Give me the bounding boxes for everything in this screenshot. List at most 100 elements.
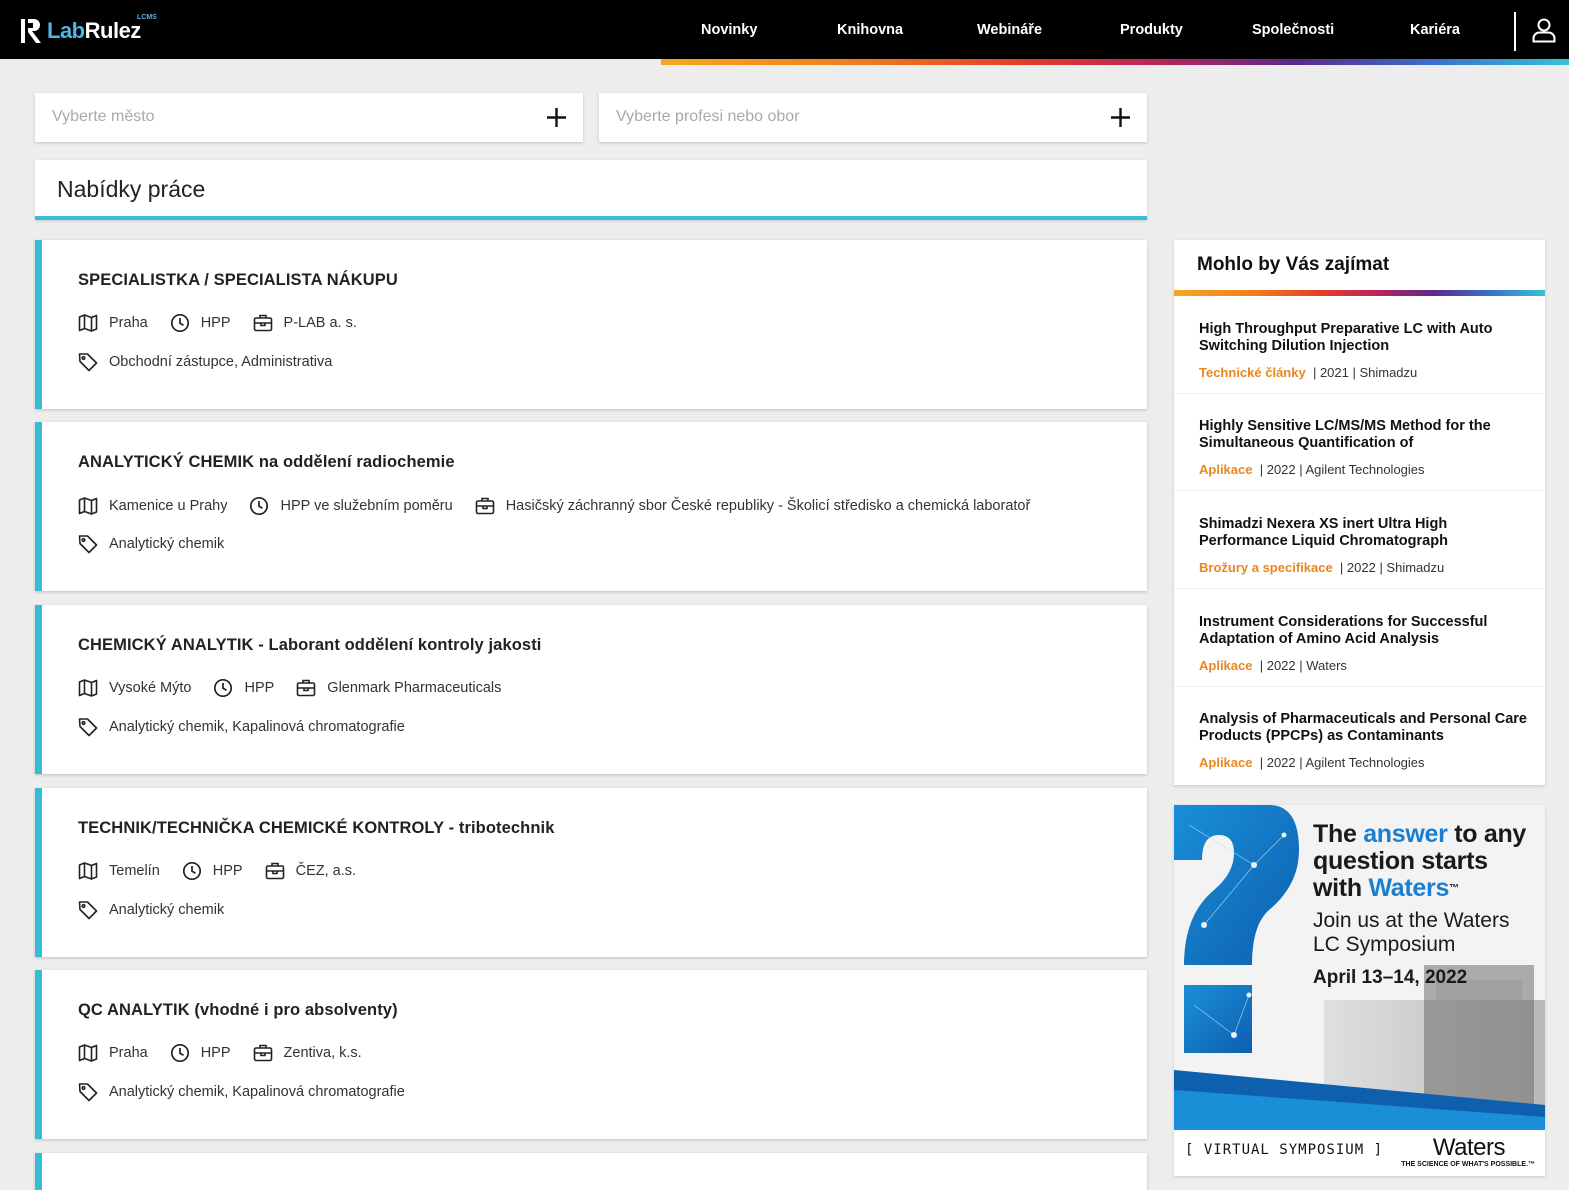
nav-item-produkty[interactable]: Produkty	[1120, 22, 1183, 38]
city-filter-placeholder: Vyberte město	[52, 108, 155, 125]
city-filter[interactable]: Vyberte město	[35, 93, 583, 142]
recommended-item-info: | 2022 | Waters	[1259, 658, 1347, 673]
ad-headline: The answer to any question starts with W…	[1313, 820, 1527, 902]
recommended-item-title[interactable]: Highly Sensitive LC/MS/MS Method for the…	[1199, 418, 1529, 452]
briefcase-icon	[253, 1044, 272, 1062]
briefcase-icon	[265, 862, 284, 880]
header-gradient-stripe	[661, 59, 1569, 65]
recommended-item[interactable]: Instrument Considerations for Successful…	[1174, 590, 1545, 687]
recommended-item[interactable]: Shimadzi Nexera XS inert Ultra High Perf…	[1174, 492, 1545, 589]
job-title[interactable]: TECHNIK/TECHNIČKA CHEMICKÉ KONTROLY - tr…	[78, 819, 555, 838]
profession-filter-placeholder: Vyberte profesi nebo obor	[616, 108, 800, 125]
job-type: HPP ve služebním poměru	[280, 498, 453, 514]
nav-item-spolecnosti[interactable]: Společnosti	[1252, 22, 1334, 38]
recommended-item[interactable]: Highly Sensitive LC/MS/MS Method for the…	[1174, 394, 1545, 491]
job-type: HPP	[200, 1045, 231, 1061]
job-meta-row: Praha HPP P-LAB a. s.	[78, 313, 379, 333]
recommended-item-title[interactable]: Analysis of Pharmaceuticals and Personal…	[1199, 711, 1529, 745]
briefcase-icon	[253, 314, 272, 332]
job-tags-row: Obchodní zástupce, Administrativa	[78, 352, 354, 372]
nav-divider	[1514, 12, 1516, 51]
user-account-icon[interactable]	[1531, 17, 1557, 43]
job-meta-row: Kamenice u Prahy HPP ve služebním poměru…	[78, 496, 1052, 516]
recommended-item-category[interactable]: Brožury a specifikace	[1199, 560, 1333, 575]
job-location: Praha	[109, 1045, 148, 1061]
job-offers-header: Nabídky práce	[35, 160, 1147, 220]
ad-date: April 13–14, 2022	[1313, 967, 1468, 988]
waters-ad-banner[interactable]: The answer to any question starts with W…	[1174, 805, 1545, 1176]
recommended-item-title[interactable]: Shimadzi Nexera XS inert Ultra High Perf…	[1199, 516, 1529, 550]
job-tags-row: Analytický chemik, Kapalinová chromatogr…	[78, 717, 427, 737]
page-title: Nabídky práce	[57, 176, 206, 202]
job-meta-row: Temelín HPP ČEZ, a.s.	[78, 861, 378, 881]
labrulez-logo[interactable]: LabRulez LCMS	[21, 14, 157, 45]
job-tags-row: Analytický chemik, Kapalinová chromatogr…	[78, 1082, 427, 1102]
job-location: Vysoké Mýto	[109, 680, 192, 696]
job-type: HPP	[244, 680, 275, 696]
job-card[interactable]: TECHNIK/TECHNIČKA CHEMICKÉ KONTROLY - tr…	[35, 788, 1147, 957]
map-icon	[78, 497, 98, 515]
map-icon	[78, 314, 98, 332]
job-tags-row: Analytický chemik	[78, 900, 246, 920]
recommended-item-category[interactable]: Aplikace	[1199, 658, 1252, 673]
recommended-item-meta: Brožury a specifikace | 2022 | Shimadzu	[1199, 560, 1444, 575]
recommended-item-title[interactable]: High Throughput Preparative LC with Auto…	[1199, 321, 1529, 355]
map-icon	[78, 862, 98, 880]
top-navigation-bar: LabRulez LCMS Novinky Knihovna Webináře …	[0, 0, 1569, 59]
logo-superscript: LCMS	[137, 14, 157, 21]
job-title[interactable]: QC ANALYTIK (vhodné i pro absolventy)	[78, 1001, 398, 1020]
tag-icon	[78, 535, 98, 554]
job-company: Zentiva, k.s.	[283, 1045, 362, 1061]
ad-virtual-symposium-label: [ VIRTUAL SYMPOSIUM ]	[1185, 1142, 1384, 1158]
clock-icon	[182, 861, 201, 881]
map-icon	[78, 1044, 98, 1062]
recommended-item[interactable]: High Throughput Preparative LC with Auto…	[1174, 297, 1545, 394]
job-card[interactable]: QC ANALYTIK (vhodné i pro absolventy) Pr…	[35, 970, 1147, 1139]
map-icon	[78, 679, 98, 697]
plus-icon[interactable]	[546, 107, 567, 128]
waters-logo: Waters	[1432, 1134, 1506, 1161]
job-company: P-LAB a. s.	[283, 315, 357, 331]
recommended-title: Mohlo by Vás zajímat	[1197, 254, 1390, 275]
tag-icon	[78, 353, 98, 372]
job-location: Praha	[109, 315, 148, 331]
job-tags: Analytický chemik	[109, 536, 225, 552]
clock-icon	[214, 678, 233, 698]
job-tags: Analytický chemik	[109, 902, 225, 918]
job-card[interactable]: ANALYTICKÝ CHEMIK na oddělení radiochemi…	[35, 422, 1147, 591]
job-card-partial[interactable]	[35, 1153, 1147, 1190]
briefcase-icon	[296, 679, 316, 697]
waters-tagline: THE SCIENCE OF WHAT'S POSSIBLE.™	[1401, 1161, 1535, 1168]
nav-item-kariera[interactable]: Kariéra	[1410, 22, 1460, 38]
recommended-item-meta: Technické články | 2021 | Shimadzu	[1199, 365, 1417, 380]
job-title[interactable]: ANALYTICKÝ CHEMIK na oddělení radiochemi…	[78, 453, 455, 472]
recommended-item-category[interactable]: Technické články	[1199, 365, 1306, 380]
job-company: Hasičský záchranný sbor České republiky …	[505, 498, 1031, 514]
recommended-item[interactable]: Analysis of Pharmaceuticals and Personal…	[1174, 687, 1545, 784]
nav-item-webinare[interactable]: Webináře	[977, 22, 1042, 38]
ad-footer: [ VIRTUAL SYMPOSIUM ] Waters THE SCIENCE…	[1174, 1130, 1545, 1176]
plus-icon[interactable]	[1110, 107, 1131, 128]
briefcase-icon	[475, 497, 494, 515]
nav-item-novinky[interactable]: Novinky	[701, 22, 757, 38]
job-tags: Obchodní zástupce, Administrativa	[109, 354, 333, 370]
tag-icon	[78, 1083, 98, 1102]
recommended-item-meta: Aplikace | 2022 | Agilent Technologies	[1199, 462, 1425, 477]
job-meta-row: Vysoké Mýto HPP Glenmark Pharmaceuticals	[78, 678, 523, 698]
recommended-item-title[interactable]: Instrument Considerations for Successful…	[1199, 614, 1529, 648]
nav-item-knihovna[interactable]: Knihovna	[837, 22, 903, 38]
job-card[interactable]: CHEMICKÝ ANALYTIK - Laborant oddělení ko…	[35, 605, 1147, 774]
job-title[interactable]: CHEMICKÝ ANALYTIK - Laborant oddělení ko…	[78, 636, 541, 655]
job-title[interactable]: SPECIALISTKA / SPECIALISTA NÁKUPU	[78, 271, 398, 290]
logo-text: LabRulez	[47, 18, 141, 43]
recommended-item-info: | 2021 | Shimadzu	[1312, 365, 1418, 380]
job-card[interactable]: SPECIALISTKA / SPECIALISTA NÁKUPU Praha …	[35, 240, 1147, 409]
recommended-item-category[interactable]: Aplikace	[1199, 755, 1252, 770]
recommended-item-meta: Aplikace | 2022 | Waters	[1199, 658, 1347, 673]
recommended-item-meta: Aplikace | 2022 | Agilent Technologies	[1199, 755, 1425, 770]
recommended-item-category[interactable]: Aplikace	[1199, 462, 1252, 477]
profession-filter[interactable]: Vyberte profesi nebo obor	[599, 93, 1147, 142]
job-tags: Analytický chemik, Kapalinová chromatogr…	[109, 719, 405, 735]
job-type: HPP	[212, 863, 243, 879]
job-type: HPP	[200, 315, 231, 331]
